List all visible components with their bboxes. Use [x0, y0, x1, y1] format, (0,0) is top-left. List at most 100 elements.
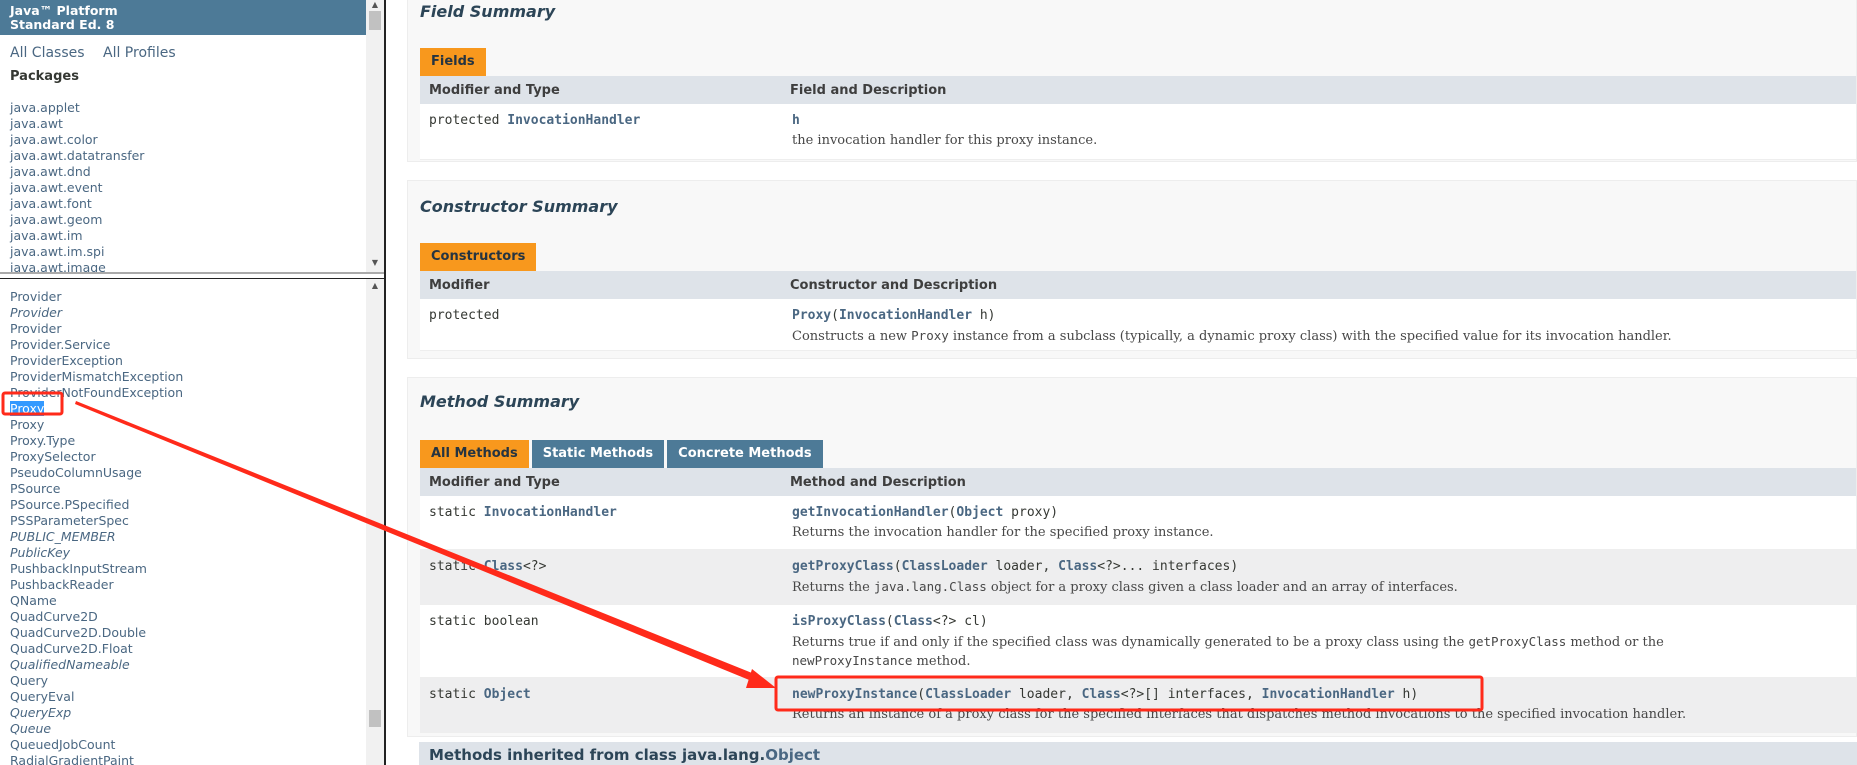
class-link[interactable]: ProviderException — [10, 353, 374, 369]
type-link[interactable]: InvocationHandler — [507, 113, 640, 128]
sig-text: ( — [831, 308, 839, 323]
class-link[interactable]: Proxy — [10, 417, 374, 433]
class-link[interactable]: ProviderNotFoundException — [10, 385, 374, 401]
field-summary-section: Field Summary Fields Modifier and Type Fi… — [407, 0, 1857, 162]
class-link[interactable]: QuadCurve2D — [10, 609, 374, 625]
scroll-down-icon[interactable]: ▼ — [366, 258, 384, 267]
class-link[interactable]: PSource — [10, 481, 374, 497]
class-link[interactable]: ProxySelector — [10, 449, 374, 465]
type-link[interactable]: Class — [484, 559, 523, 574]
tab-static-methods[interactable]: Static Methods — [531, 440, 665, 468]
object-link[interactable]: Object — [765, 746, 820, 764]
scrollbar-thumb[interactable] — [369, 11, 381, 30]
all-profiles-link[interactable]: All Profiles — [103, 45, 176, 61]
table-row: static Class<?> getProxyClass(ClassLoade… — [420, 550, 1856, 605]
package-link[interactable]: java.awt.im — [10, 228, 374, 244]
all-classes-link[interactable]: All Classes — [10, 45, 85, 61]
scroll-up-icon[interactable]: ▲ — [366, 281, 384, 290]
fields-table: Modifier and Type Field and Description p… — [420, 76, 1856, 160]
class-link[interactable]: Queue — [10, 721, 374, 737]
type-link[interactable]: InvocationHandler — [839, 308, 972, 323]
class-link[interactable]: Provider — [10, 289, 374, 305]
tab-fields[interactable]: Fields — [420, 48, 486, 76]
platform-header: Java™ Platform Standard Ed. 8 — [0, 0, 366, 35]
class-link[interactable]: QName — [10, 593, 374, 609]
type-link[interactable]: Class — [894, 614, 933, 629]
type-link[interactable]: InvocationHandler — [484, 505, 617, 520]
package-link[interactable]: java.awt.font — [10, 196, 374, 212]
class-link[interactable]: PushbackReader — [10, 577, 374, 593]
type-link[interactable]: Class — [1058, 559, 1097, 574]
class-link[interactable]: Proxy — [10, 401, 374, 417]
packages-scrollbar[interactable]: ▲ ▼ — [366, 0, 384, 272]
method-link[interactable]: getProxyClass — [792, 559, 894, 574]
table-row: static InvocationHandler getInvocationHa… — [420, 496, 1856, 550]
section-title: Constructor Summary — [420, 197, 618, 216]
classes-scrollbar[interactable]: ▲ — [366, 279, 384, 765]
class-link[interactable]: PseudoColumnUsage — [10, 465, 374, 481]
class-link[interactable]: QuadCurve2D.Float — [10, 641, 374, 657]
description: Returns true if and only if the specifie… — [792, 634, 1664, 669]
description: Constructs a new Proxy instance from a s… — [792, 328, 1672, 344]
section-title: Field Summary — [420, 2, 556, 21]
platform-edition: Standard Ed. 8 — [10, 17, 115, 32]
class-link[interactable]: QuadCurve2D.Double — [10, 625, 374, 641]
scrollbar-thumb[interactable] — [369, 710, 381, 727]
package-link[interactable]: java.awt.event — [10, 180, 374, 196]
inherited-methods-header: Methods inherited from class java.lang.O… — [419, 742, 1857, 765]
class-link[interactable]: RadialGradientPaint — [10, 753, 374, 765]
class-link[interactable]: ProviderMismatchException — [10, 369, 374, 385]
class-link[interactable]: PSSParameterSpec — [10, 513, 374, 529]
description: the invocation handler for this proxy in… — [792, 133, 1098, 148]
class-link[interactable]: QualifiedNameable — [10, 657, 374, 673]
method-link[interactable]: isProxyClass — [792, 614, 886, 629]
class-link[interactable]: QueuedJobCount — [10, 737, 374, 753]
class-link[interactable]: Provider — [10, 321, 374, 337]
package-link[interactable]: java.applet — [10, 100, 374, 116]
scroll-up-icon[interactable]: ▲ — [366, 0, 384, 9]
package-link[interactable]: java.awt.color — [10, 132, 374, 148]
tab-all-methods[interactable]: All Methods — [420, 440, 529, 468]
package-link[interactable]: java.awt.im.spi — [10, 244, 374, 260]
classes-frame: Provider Provider Provider Provider.Service… — [0, 278, 384, 765]
class-detail-frame: Field Summary Fields Modifier and Type Fi… — [388, 0, 1857, 765]
constructor-link[interactable]: Proxy — [792, 308, 831, 323]
class-link[interactable]: Provider — [10, 305, 374, 321]
methods-table: Modifier and Type Method and Description … — [420, 468, 1856, 733]
constructors-table: Modifier Constructor and Description prot… — [420, 271, 1856, 351]
package-link[interactable]: java.awt.geom — [10, 212, 374, 228]
class-link[interactable]: Provider.Service — [10, 337, 374, 353]
platform-title: Java™ Platform — [10, 3, 118, 18]
description: Returns the java.lang.Class object for a… — [792, 579, 1458, 595]
modifier: protected — [429, 308, 500, 323]
type-link[interactable]: InvocationHandler — [1262, 687, 1395, 702]
class-link[interactable]: PSource.PSpecified — [10, 497, 374, 513]
class-link[interactable]: Proxy.Type — [10, 433, 374, 449]
type-link[interactable]: ClassLoader — [925, 687, 1011, 702]
package-link[interactable]: java.awt.dnd — [10, 164, 374, 180]
class-link[interactable]: PushbackInputStream — [10, 561, 374, 577]
class-link[interactable]: Query — [10, 673, 374, 689]
class-link[interactable]: QueryExp — [10, 705, 374, 721]
method-link[interactable]: newProxyInstance — [792, 687, 917, 702]
tab-constructors[interactable]: Constructors — [420, 243, 537, 271]
type-link[interactable]: Class — [1082, 687, 1121, 702]
table-row: protected InvocationHandler h the invocat… — [420, 104, 1856, 160]
method-link[interactable]: getInvocationHandler — [792, 505, 949, 520]
class-link[interactable]: PublicKey — [10, 545, 374, 561]
section-title: Method Summary — [420, 392, 580, 411]
column-header: Field and Description — [790, 82, 947, 98]
column-header: Modifier and Type — [429, 82, 560, 98]
type-link[interactable]: Object — [956, 505, 1003, 520]
table-row: static Object newProxyInstance(ClassLoad… — [420, 678, 1856, 733]
class-link[interactable]: QueryEval — [10, 689, 374, 705]
package-link[interactable]: java.awt — [10, 116, 374, 132]
package-link[interactable]: java.awt.image — [10, 260, 374, 272]
type-link[interactable]: Object — [484, 687, 531, 702]
tab-concrete-methods[interactable]: Concrete Methods — [667, 440, 823, 468]
field-link[interactable]: h — [792, 113, 800, 128]
constructor-summary-section: Constructor Summary Constructors Modifie… — [407, 180, 1857, 359]
type-link[interactable]: ClassLoader — [902, 559, 988, 574]
class-link[interactable]: PUBLIC_MEMBER — [10, 529, 374, 545]
package-link[interactable]: java.awt.datatransfer — [10, 148, 374, 164]
